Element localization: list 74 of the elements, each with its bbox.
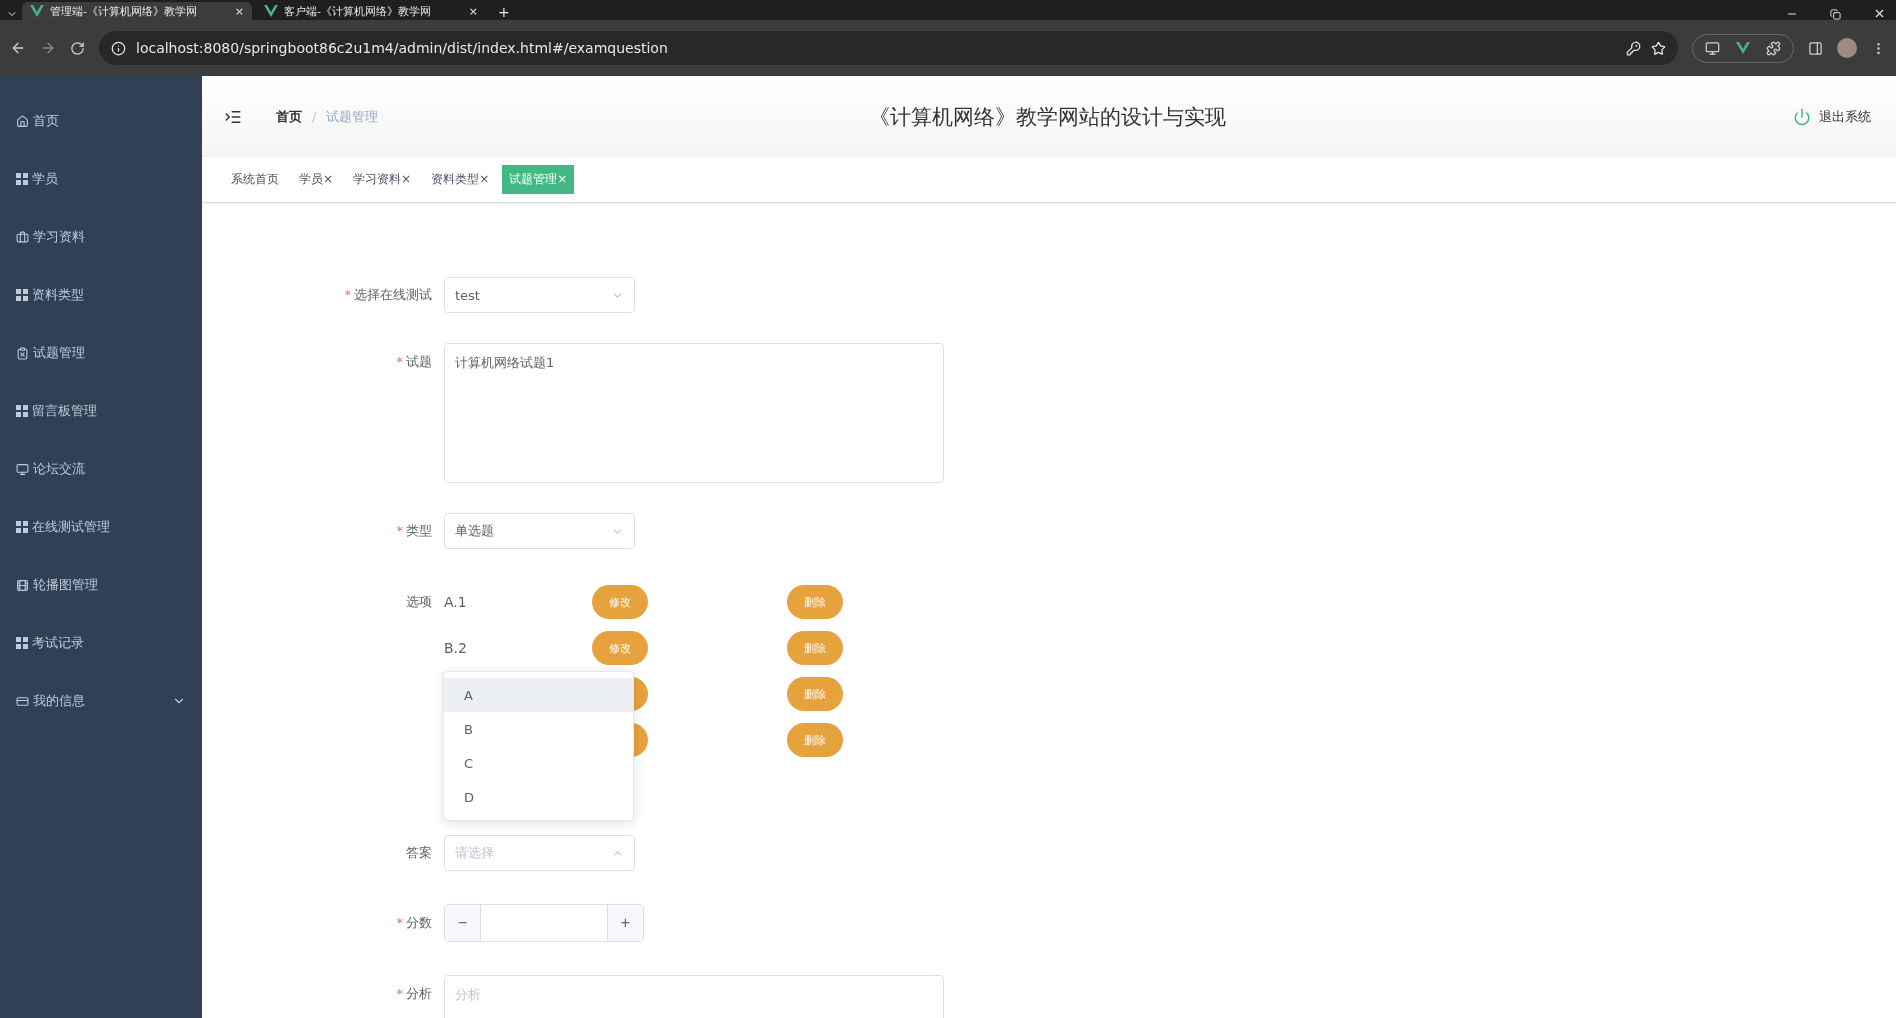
vue-logo-icon [1736,42,1750,54]
restore-icon[interactable] [1830,9,1841,20]
label-text: 答案 [406,845,432,860]
grid-icon [16,173,28,185]
sidebar-item[interactable]: 资料类型 [0,266,202,324]
label-text: 试题 [406,354,432,369]
side-panel-icon[interactable] [1808,40,1823,56]
card-icon [16,694,29,708]
vue-logo-icon [30,5,44,17]
type-select[interactable]: 单选题 [444,513,635,549]
back-icon[interactable] [10,40,26,56]
power-icon [1793,107,1811,126]
dropdown-option[interactable]: A [444,678,633,712]
browser-tab[interactable]: 管理端-《计算机网络》教学网 × [22,2,252,20]
breadcrumb-item[interactable]: 首页 [276,107,302,126]
reload-icon[interactable] [70,40,85,56]
page-tab[interactable]: 资料类型× [424,165,497,194]
breadcrumb-separator: / [312,109,317,124]
sidebar-item[interactable]: 在线测试管理 [0,498,202,556]
site-title: 《计算机网络》教学网站的设计与实现 [869,103,1226,131]
required-mark: * [344,287,351,302]
forward-icon[interactable] [40,40,56,56]
label-text: 分析 [406,986,432,1001]
close-icon[interactable] [1873,7,1886,20]
label-text: 分数 [406,915,432,930]
question-textarea[interactable]: 计算机网络试题1 [444,343,944,483]
grid-icon [16,637,28,649]
home-icon [16,114,29,128]
required-mark: * [396,523,403,538]
required-mark: * [396,915,403,930]
monitor-icon [16,462,29,476]
option-text: A.1 [444,594,468,610]
sidebar-item[interactable]: 试题管理 [0,324,202,382]
sidebar-item[interactable]: 轮播图管理 [0,556,202,614]
number-stepper[interactable]: − + [444,904,644,942]
browser-tab[interactable]: 客户端-《计算机网络》教学网 × [256,2,486,20]
sidebar-item[interactable]: 考试记录 [0,614,202,672]
new-tab-button[interactable]: + [490,4,518,20]
grid-icon [16,289,28,301]
required-mark: * [396,354,403,369]
address-bar[interactable]: localhost:8080/springboot86c2u1m4/admin/dist/index.html#/examquestion [99,31,1678,65]
sidebar-item[interactable]: 首页 [0,92,202,150]
sidebar-item[interactable]: 论坛交流 [0,440,202,498]
star-icon[interactable] [1651,40,1666,56]
increment-button[interactable]: + [607,905,643,941]
sidebar-item[interactable]: 留言板管理 [0,382,202,440]
clipboard-icon [16,346,29,360]
briefcase-icon [16,230,29,244]
sidebar-item[interactable]: 我的信息 [0,672,202,730]
required-mark: * [396,986,403,1001]
page-tab[interactable]: 系统首页 [224,165,286,194]
vue-logo-icon [264,5,278,17]
film-icon [16,578,29,592]
info-icon [111,40,126,56]
key-icon[interactable] [1626,40,1641,56]
puzzle-icon[interactable] [1766,40,1781,56]
page-tab[interactable]: 学习资料× [346,165,419,194]
grid-icon [16,521,28,533]
sidebar-item[interactable]: 学习资料 [0,208,202,266]
avatar[interactable] [1837,38,1857,58]
label-text: 选择在线测试 [354,287,432,302]
exam-select[interactable]: test [444,277,635,313]
dropdown-option[interactable]: B [444,712,633,746]
page-tab[interactable]: 学员× [292,165,341,194]
grid-icon [16,405,28,417]
label-text: 类型 [406,523,432,538]
option-text: B.2 [444,640,468,656]
breadcrumb-item: 试题管理 [326,107,379,126]
decrement-button[interactable]: − [445,905,481,941]
logout-button[interactable]: 退出系统 [1793,107,1871,126]
sidebar-item[interactable]: 学员 [0,150,202,208]
field-label: 选项 [405,593,433,611]
dropdown-option[interactable]: D [444,780,633,814]
dropdown-option[interactable]: C [444,746,633,780]
